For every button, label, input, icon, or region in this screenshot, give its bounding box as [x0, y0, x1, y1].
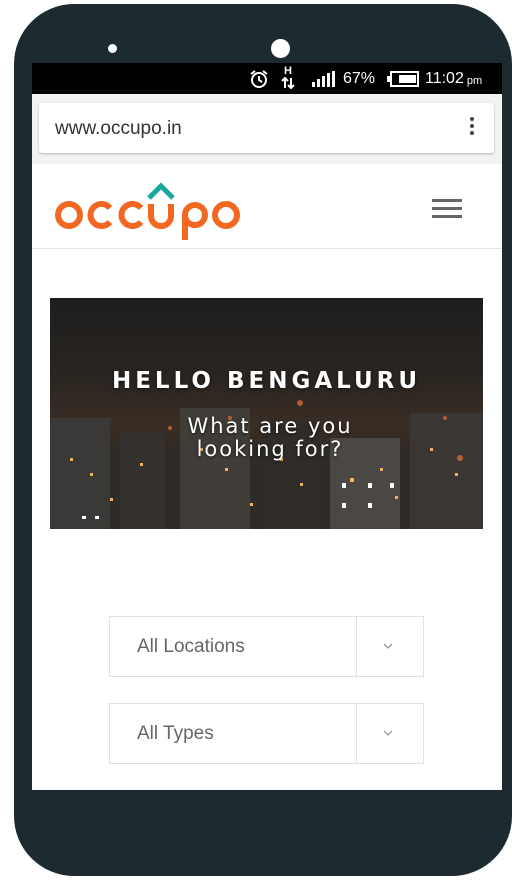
network-arrows-icon: H: [281, 66, 295, 92]
site-header: [32, 164, 502, 249]
phone-screen: H 67% 11:02 pm www.occupo.in HELLO BENGA…: [32, 63, 502, 790]
occupo-logo[interactable]: [52, 178, 242, 242]
battery-percent: 67%: [343, 70, 376, 87]
signal-icon: [312, 69, 336, 89]
clock: 11:02 pm: [425, 69, 482, 89]
hero-subtitle-line2: looking for?: [196, 437, 344, 461]
clock-suffix: pm: [466, 74, 483, 87]
alarm-icon: [249, 69, 269, 89]
type-select[interactable]: All Types: [109, 703, 424, 764]
hamburger-icon[interactable]: [432, 199, 462, 219]
select-divider: [356, 704, 357, 763]
chevron-down-icon[interactable]: [380, 638, 396, 654]
sensor-dot: [108, 44, 117, 53]
browser-toolbar: www.occupo.in: [32, 94, 502, 165]
select-divider: [356, 617, 357, 676]
location-select-value: All Locations: [137, 636, 245, 657]
battery-icon: [387, 69, 419, 89]
chevron-down-icon[interactable]: [380, 725, 396, 741]
hero-subtitle: What are you looking for?: [150, 415, 390, 461]
status-bar: H 67% 11:02 pm: [32, 63, 502, 94]
type-select-value: All Types: [137, 723, 214, 744]
url-text[interactable]: www.occupo.in: [55, 118, 182, 140]
hero-banner: HELLO BENGALURU What are you looking for…: [50, 298, 483, 529]
network-type: H: [284, 65, 292, 77]
hero-subtitle-line1: What are you: [187, 414, 353, 438]
clock-time: 11:02: [425, 70, 464, 87]
address-bar[interactable]: www.occupo.in: [39, 103, 494, 153]
more-vertical-icon[interactable]: [470, 117, 474, 139]
hero-title: HELLO BENGALURU: [111, 368, 422, 394]
location-select[interactable]: All Locations: [109, 616, 424, 677]
front-camera: [271, 39, 290, 58]
